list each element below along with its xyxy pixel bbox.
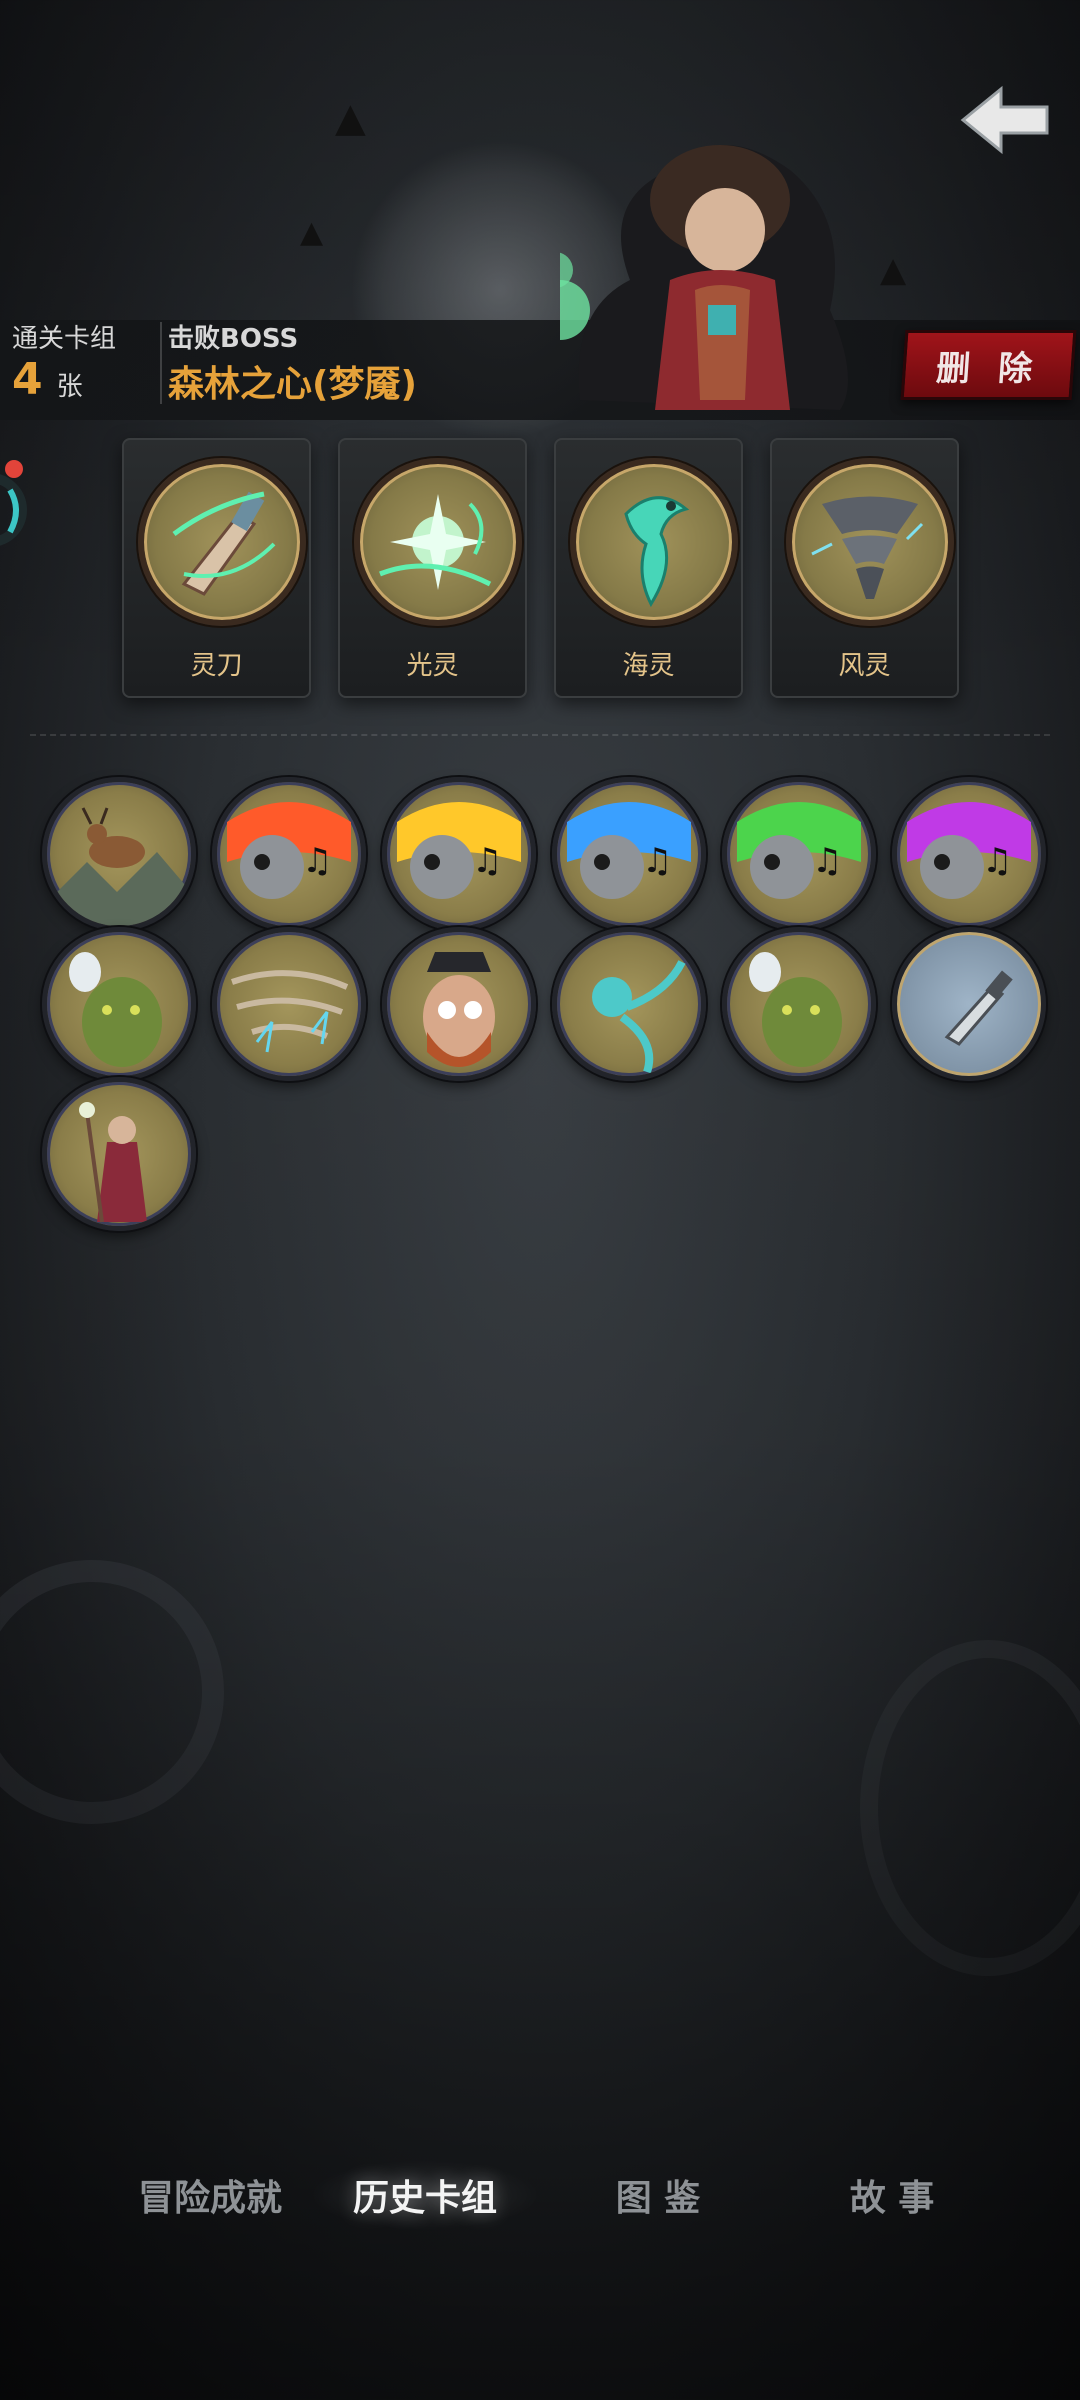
svg-text:♫: ♫ (642, 841, 672, 881)
pirate-captain-card-icon[interactable] (382, 927, 536, 1081)
skill-card-spirit-blade[interactable]: 灵刀 (122, 438, 311, 698)
skull-music-red-card-icon[interactable]: ♫ (212, 777, 366, 931)
back-button[interactable] (955, 80, 1055, 160)
header-divider (160, 322, 162, 404)
back-arrow-icon (960, 85, 1049, 155)
side-gauge-icon (0, 460, 27, 546)
card-count-unit: 张 (56, 372, 83, 402)
clear-deck-label: 通关卡组 (12, 324, 117, 354)
skill-label: 海灵 (622, 651, 675, 681)
skill-card-sea-spirit[interactable]: 海灵 (554, 438, 743, 698)
swirl-background-decoration (0, 1560, 224, 1824)
skill-label: 风灵 (838, 651, 891, 681)
skull-music-green-card-icon[interactable]: ♫ (722, 777, 876, 931)
section-divider (30, 734, 1050, 736)
boss-name: 森林之心(梦魇) (168, 364, 417, 405)
spirit-blade-icon (138, 458, 306, 626)
card-count-number: 4 (12, 354, 43, 405)
svg-text:♫: ♫ (812, 841, 842, 881)
skill-label: 光灵 (406, 651, 459, 681)
tab-story[interactable]: 故 事 (782, 2160, 1002, 2230)
whirlwind-card-icon[interactable] (212, 927, 366, 1081)
skull-music-purple-card-icon[interactable]: ♫ (892, 777, 1046, 931)
ogre-ghost-card-icon[interactable] (722, 927, 876, 1081)
defeated-boss-label: 击败BOSS (168, 324, 299, 354)
svg-text:♫: ♫ (472, 841, 502, 881)
bat-icon: ▲ (300, 215, 324, 250)
bat-icon: ▲ (880, 250, 907, 290)
wind-spirit-icon (786, 458, 954, 626)
hero-character-illustration (560, 145, 848, 410)
tab-codex[interactable]: 图 鉴 (548, 2160, 768, 2230)
deer-card-icon[interactable] (42, 777, 196, 931)
skull-music-yellow-card-icon[interactable]: ♫ (382, 777, 536, 931)
clock-background-decoration (860, 1640, 1080, 1976)
tab-adventure-achievements[interactable]: 冒险成就 (95, 2160, 325, 2230)
ogre-ghost-card-icon[interactable] (42, 927, 196, 1081)
skill-label: 灵刀 (190, 651, 243, 681)
card-count: 4 张 (12, 354, 83, 405)
forest-mage-card-icon[interactable] (42, 1077, 196, 1231)
delete-button[interactable]: 删 除 (900, 330, 1077, 400)
water-spirit-card-icon[interactable] (552, 927, 706, 1081)
skull-music-blue-card-icon[interactable]: ♫ (552, 777, 706, 931)
sea-spirit-icon (570, 458, 738, 626)
skill-card-light-spirit[interactable]: 光灵 (338, 438, 527, 698)
light-spirit-icon (354, 458, 522, 626)
knife-card-icon[interactable] (892, 927, 1046, 1081)
bat-icon: ▲ (335, 95, 366, 141)
skill-card-wind-spirit[interactable]: 风灵 (770, 438, 959, 698)
svg-text:♫: ♫ (302, 841, 332, 881)
tab-history-deck[interactable]: 历史卡组 (310, 2160, 540, 2230)
svg-text:♫: ♫ (982, 841, 1012, 881)
